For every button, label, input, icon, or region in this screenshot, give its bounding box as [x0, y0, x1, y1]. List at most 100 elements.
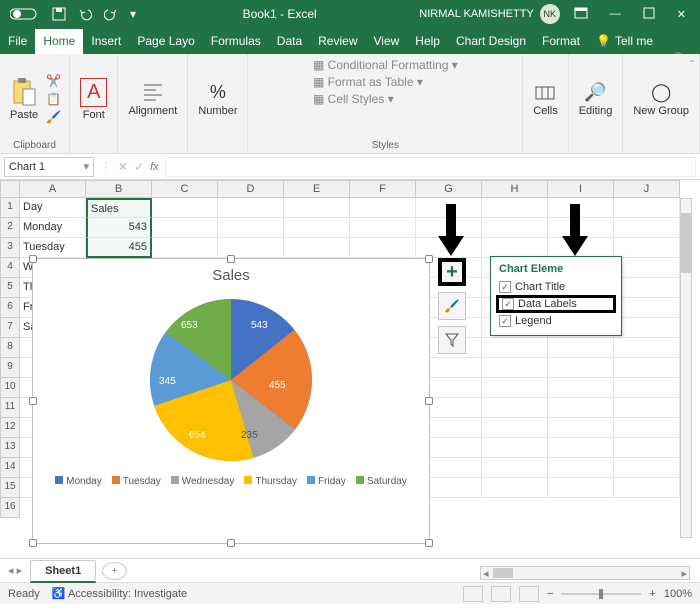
editing-button[interactable]: 🔎Editing: [577, 80, 615, 119]
redo-icon[interactable]: [100, 5, 122, 23]
ribbon-options-icon[interactable]: [566, 3, 596, 26]
col-header[interactable]: H: [482, 180, 548, 198]
row-header[interactable]: 13: [0, 438, 20, 458]
tab-insert[interactable]: Insert: [83, 29, 129, 54]
close-button[interactable]: ✕: [669, 4, 694, 25]
row-header[interactable]: 15: [0, 478, 20, 498]
tab-home[interactable]: Home: [35, 29, 83, 54]
chart-side-buttons: + 🖌️: [438, 258, 466, 354]
copy-icon[interactable]: 📋: [46, 92, 61, 106]
col-header[interactable]: A: [20, 180, 86, 198]
save-icon[interactable]: [48, 5, 70, 23]
new-group-button[interactable]: ◯New Group: [631, 80, 691, 119]
tab-data[interactable]: Data: [269, 29, 310, 54]
zoom-out-button[interactable]: −: [547, 588, 553, 600]
col-header[interactable]: E: [284, 180, 350, 198]
row-header[interactable]: 8: [0, 338, 20, 358]
ce-chart-title[interactable]: ✓Chart Title: [499, 279, 613, 295]
tab-formulas[interactable]: Formulas: [203, 29, 269, 54]
col-header[interactable]: B: [86, 180, 152, 198]
row-header[interactable]: 6: [0, 298, 20, 318]
col-header[interactable]: J: [614, 180, 680, 198]
vertical-scrollbar[interactable]: [680, 198, 692, 538]
chart-object[interactable]: Sales 543 455 235 654 345 653 Monday Tue…: [32, 258, 430, 544]
row-header[interactable]: 14: [0, 458, 20, 478]
zoom-slider[interactable]: [561, 593, 641, 595]
row-header[interactable]: 3: [0, 238, 20, 258]
row-header[interactable]: 4: [0, 258, 20, 278]
chart-elements-button[interactable]: +: [438, 258, 466, 286]
sheet-tab[interactable]: Sheet1: [30, 560, 96, 583]
chart-styles-button[interactable]: 🖌️: [438, 292, 466, 320]
chart-title[interactable]: Sales: [33, 267, 429, 284]
new-sheet-button[interactable]: +: [102, 562, 126, 580]
paste-button[interactable]: Paste: [8, 75, 40, 123]
window-title: Book1 - Excel: [140, 7, 419, 21]
accessibility-status[interactable]: ♿ Accessibility: Investigate: [52, 587, 187, 600]
tab-tellme[interactable]: 💡Tell me: [588, 29, 661, 54]
col-header[interactable]: C: [152, 180, 218, 198]
format-as-table-button[interactable]: ▦ Format as Table ▾: [313, 75, 423, 89]
cell[interactable]: Sales: [86, 198, 152, 218]
tab-file[interactable]: File: [0, 29, 35, 54]
tab-chartdesign[interactable]: Chart Design: [448, 29, 534, 54]
legend-item: Wednesday: [171, 476, 235, 487]
page-break-view-button[interactable]: [519, 586, 539, 602]
zoom-in-button[interactable]: +: [649, 588, 655, 600]
maximize-button[interactable]: [635, 3, 663, 26]
col-header[interactable]: I: [548, 180, 614, 198]
row-header[interactable]: 1: [0, 198, 20, 218]
tab-view[interactable]: View: [366, 29, 408, 54]
row-header[interactable]: 10: [0, 378, 20, 398]
tab-pagelayout[interactable]: Page Layo: [129, 29, 202, 54]
column-headers: A B C D E F G H I J: [20, 180, 680, 198]
name-box[interactable]: Chart 1▾: [4, 157, 94, 177]
cells-button[interactable]: Cells: [531, 79, 559, 119]
page-layout-view-button[interactable]: [491, 586, 511, 602]
collapse-ribbon-icon[interactable]: ˆ: [690, 58, 694, 72]
horizontal-scrollbar[interactable]: ◂▸: [480, 566, 690, 580]
ce-legend[interactable]: ✓Legend: [499, 313, 613, 329]
row-header[interactable]: 2: [0, 218, 20, 238]
formula-input[interactable]: [165, 157, 696, 177]
normal-view-button[interactable]: [463, 586, 483, 602]
format-painter-icon[interactable]: 🖌️: [46, 110, 61, 124]
font-button[interactable]: AFont: [78, 76, 109, 123]
chart-filters-button[interactable]: [438, 326, 466, 354]
number-button[interactable]: %Number: [196, 80, 239, 119]
align-icon: [142, 81, 164, 103]
row-header[interactable]: 9: [0, 358, 20, 378]
row-header[interactable]: 5: [0, 278, 20, 298]
undo-icon[interactable]: [74, 5, 96, 23]
row-header[interactable]: 12: [0, 418, 20, 438]
cancel-icon[interactable]: ✕: [118, 160, 128, 174]
zoom-level[interactable]: 100%: [664, 588, 692, 600]
row-header[interactable]: 11: [0, 398, 20, 418]
font-label: Font: [83, 109, 105, 121]
ce-data-labels[interactable]: ✓Data Labels: [496, 295, 616, 313]
accessibility-icon: ♿: [52, 588, 66, 600]
tab-format[interactable]: Format: [534, 29, 588, 54]
autosave-toggle[interactable]: [6, 5, 44, 23]
cell[interactable]: Day: [20, 198, 86, 218]
cut-icon[interactable]: ✂️: [46, 74, 61, 88]
col-header[interactable]: D: [218, 180, 284, 198]
cell-styles-button[interactable]: ▦ Cell Styles ▾: [313, 92, 394, 106]
sheet-nav[interactable]: ◂ ▸: [8, 564, 22, 577]
minimize-button[interactable]: —: [602, 4, 629, 24]
select-all-button[interactable]: [0, 180, 20, 198]
qat-more-icon[interactable]: ▾: [126, 5, 140, 23]
title-bar: ▾ Book1 - Excel NIRMAL KAMISHETTY NK — ✕: [0, 0, 700, 28]
cells-icon: [534, 81, 556, 103]
enter-icon[interactable]: ✓: [134, 160, 144, 174]
fx-icon[interactable]: fx: [150, 161, 159, 173]
user-avatar[interactable]: NK: [540, 4, 560, 24]
tab-help[interactable]: Help: [407, 29, 448, 54]
tab-review[interactable]: Review: [310, 29, 365, 54]
conditional-formatting-button[interactable]: ▦ Conditional Formatting ▾: [313, 58, 458, 72]
col-header[interactable]: G: [416, 180, 482, 198]
col-header[interactable]: F: [350, 180, 416, 198]
row-header[interactable]: 7: [0, 318, 20, 338]
alignment-button[interactable]: Alignment: [126, 79, 179, 119]
row-header[interactable]: 16: [0, 498, 20, 518]
